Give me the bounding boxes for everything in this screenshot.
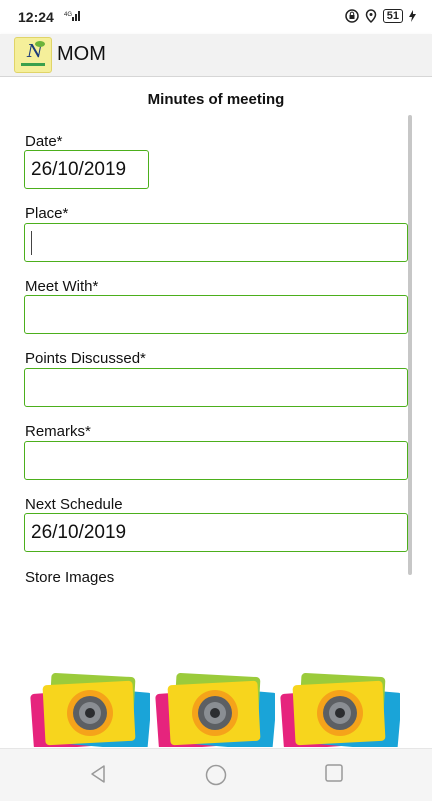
camera-button-1[interactable]: [30, 673, 150, 747]
next-schedule-value: 26/10/2019: [31, 521, 127, 543]
date-value: 26/10/2019: [31, 158, 127, 180]
points-discussed-label: Points Discussed*: [25, 350, 146, 367]
meet-with-label: Meet With*: [25, 278, 99, 295]
lock-rotation-icon: [345, 9, 359, 23]
status-left-icons: 4G: [64, 10, 80, 21]
status-right-icons: 51: [345, 9, 416, 23]
date-field[interactable]: 26/10/2019: [24, 150, 149, 189]
place-field[interactable]: [24, 223, 408, 262]
camera-icon: [280, 673, 400, 747]
camera-button-2[interactable]: [155, 673, 275, 747]
next-schedule-label: Next Schedule: [25, 496, 123, 513]
remarks-field[interactable]: [24, 441, 408, 480]
app-title: MOM: [57, 43, 106, 65]
camera-icon: [30, 673, 150, 747]
camera-button-3[interactable]: [280, 673, 400, 747]
camera-button-row: [0, 673, 432, 751]
svg-text:4G: 4G: [64, 12, 72, 18]
back-icon[interactable]: [88, 764, 108, 784]
place-label: Place*: [25, 205, 69, 222]
app-bar: N MOM: [0, 34, 432, 77]
form-content[interactable]: Minutes of meeting Date* 26/10/2019 Plac…: [0, 77, 432, 747]
network-signal-icon: 4G: [64, 11, 80, 21]
status-time: 12:24: [18, 9, 54, 25]
system-navigation-bar: [0, 748, 432, 801]
points-discussed-field[interactable]: [24, 368, 408, 407]
location-icon: [365, 9, 377, 23]
date-label: Date*: [25, 133, 63, 150]
store-images-label: Store Images: [25, 569, 115, 586]
home-icon[interactable]: [205, 764, 227, 786]
charging-icon: [409, 10, 416, 22]
scrollbar[interactable]: [408, 115, 412, 575]
status-bar: 12:24 4G 51: [0, 0, 432, 34]
remarks-label: Remarks*: [25, 423, 91, 440]
next-schedule-field[interactable]: 26/10/2019: [24, 513, 408, 552]
camera-icon: [155, 673, 275, 747]
page-title: Minutes of meeting: [147, 91, 285, 108]
battery-indicator: 51: [382, 9, 403, 23]
recent-apps-icon[interactable]: [325, 764, 343, 782]
app-logo: N: [14, 37, 52, 73]
text-cursor: [31, 230, 32, 255]
meet-with-field[interactable]: [24, 295, 408, 334]
